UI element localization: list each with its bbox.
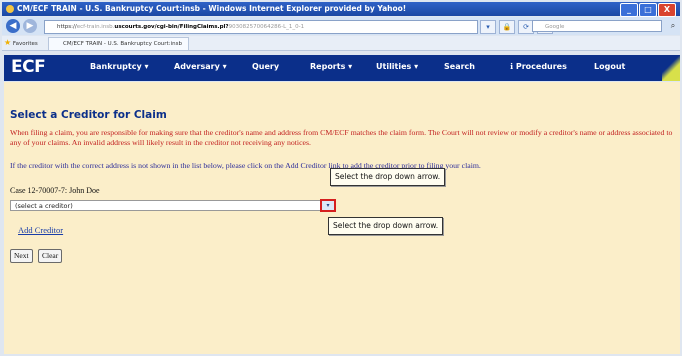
browser-window: CM/ECF TRAIN - U.S. Bankruptcy Court:ins… [0,0,682,356]
browser-tab[interactable]: CM/ECF TRAIN - U.S. Bankruptcy Court:ins… [48,37,189,51]
star-icon: ★ [4,38,12,47]
address-bar: ◀ ▶ https://ecf-train.insb.uscourts.gov/… [2,17,680,35]
ecf-logo: ECF [11,57,46,77]
url-host: ecf-train.insb. [76,24,115,30]
select-dropdown-arrow-icon[interactable]: ▾ [320,199,336,212]
lock-icon[interactable]: 🔒 [499,20,515,34]
search-icon[interactable]: ⌕ [666,20,680,32]
url-input[interactable]: https://ecf-train.insb.uscourts.gov/cgi-… [44,20,478,34]
search-input[interactable]: Google [532,20,662,32]
menu-query[interactable]: Query [252,62,279,71]
window-title: CM/ECF TRAIN - U.S. Bankruptcy Court:ins… [17,4,407,13]
menu-adversary[interactable]: Adversary ▾ [174,62,227,71]
window-controls: _ □ X [620,3,676,17]
close-button[interactable]: X [658,3,676,17]
creditor-select[interactable]: (select a creditor) [10,200,336,211]
menu-procedures[interactable]: ℹ Procedures [510,62,567,71]
favorites-label: Favorites [12,41,38,47]
back-arrow-icon[interactable]: ◀ [6,19,20,33]
info-icon: ℹ [510,62,514,71]
page-content: Select a Creditor for Claim When filing … [4,82,680,354]
minimize-button[interactable]: _ [620,3,638,17]
menu-label: Procedures [515,62,567,71]
menu-search[interactable]: Search [444,62,475,71]
url-scheme: https:// [57,24,77,30]
add-creditor-link[interactable]: Add Creditor [18,225,63,235]
ie-icon [6,5,14,13]
menu-label: Reports [310,62,346,71]
menu-bankruptcy[interactable]: Bankruptcy ▾ [90,62,148,71]
menu-utilities[interactable]: Utilities ▾ [376,62,418,71]
caret-down-icon: ▾ [348,62,353,71]
case-line: Case 12-70007-7: John Doe [10,186,100,195]
decorative-corner-icon [662,55,680,81]
warning-text: When filing a claim, you are responsible… [10,128,673,147]
menu-logout[interactable]: Logout [594,62,625,71]
next-button[interactable]: Next [10,249,33,263]
ecf-menu-bar: ECF Bankruptcy ▾ Adversary ▾ Query Repor… [4,55,680,81]
url-path: uscourts.gov/cgi-bin/FilingClaims.pl? [114,24,229,30]
menu-label: Bankruptcy [90,62,142,71]
title-bar: CM/ECF TRAIN - U.S. Bankruptcy Court:ins… [2,2,680,17]
menu-label: Utilities [376,62,412,71]
caret-down-icon: ▾ [144,62,149,71]
forward-arrow-icon[interactable]: ▶ [23,19,37,33]
favorites-button[interactable]: ★ Favorites [4,36,38,51]
favorites-bar: ★ Favorites CM/ECF TRAIN - U.S. Bankrupt… [2,36,680,51]
maximize-button[interactable]: □ [639,3,657,17]
clear-button[interactable]: Clear [38,249,63,263]
caret-down-icon: ▾ [222,62,227,71]
tooltip-callout: Select the drop down arrow. [330,168,446,186]
caret-down-icon: ▾ [414,62,419,71]
menu-reports[interactable]: Reports ▾ [310,62,352,71]
menu-label: Adversary [174,62,220,71]
tooltip-callout: Select the drop down arrow. [328,217,444,235]
page-title: Select a Creditor for Claim [10,109,167,121]
url-query: 903082570064286-L_1_0-1 [228,24,305,30]
dropdown-icon[interactable]: ▾ [480,20,496,34]
